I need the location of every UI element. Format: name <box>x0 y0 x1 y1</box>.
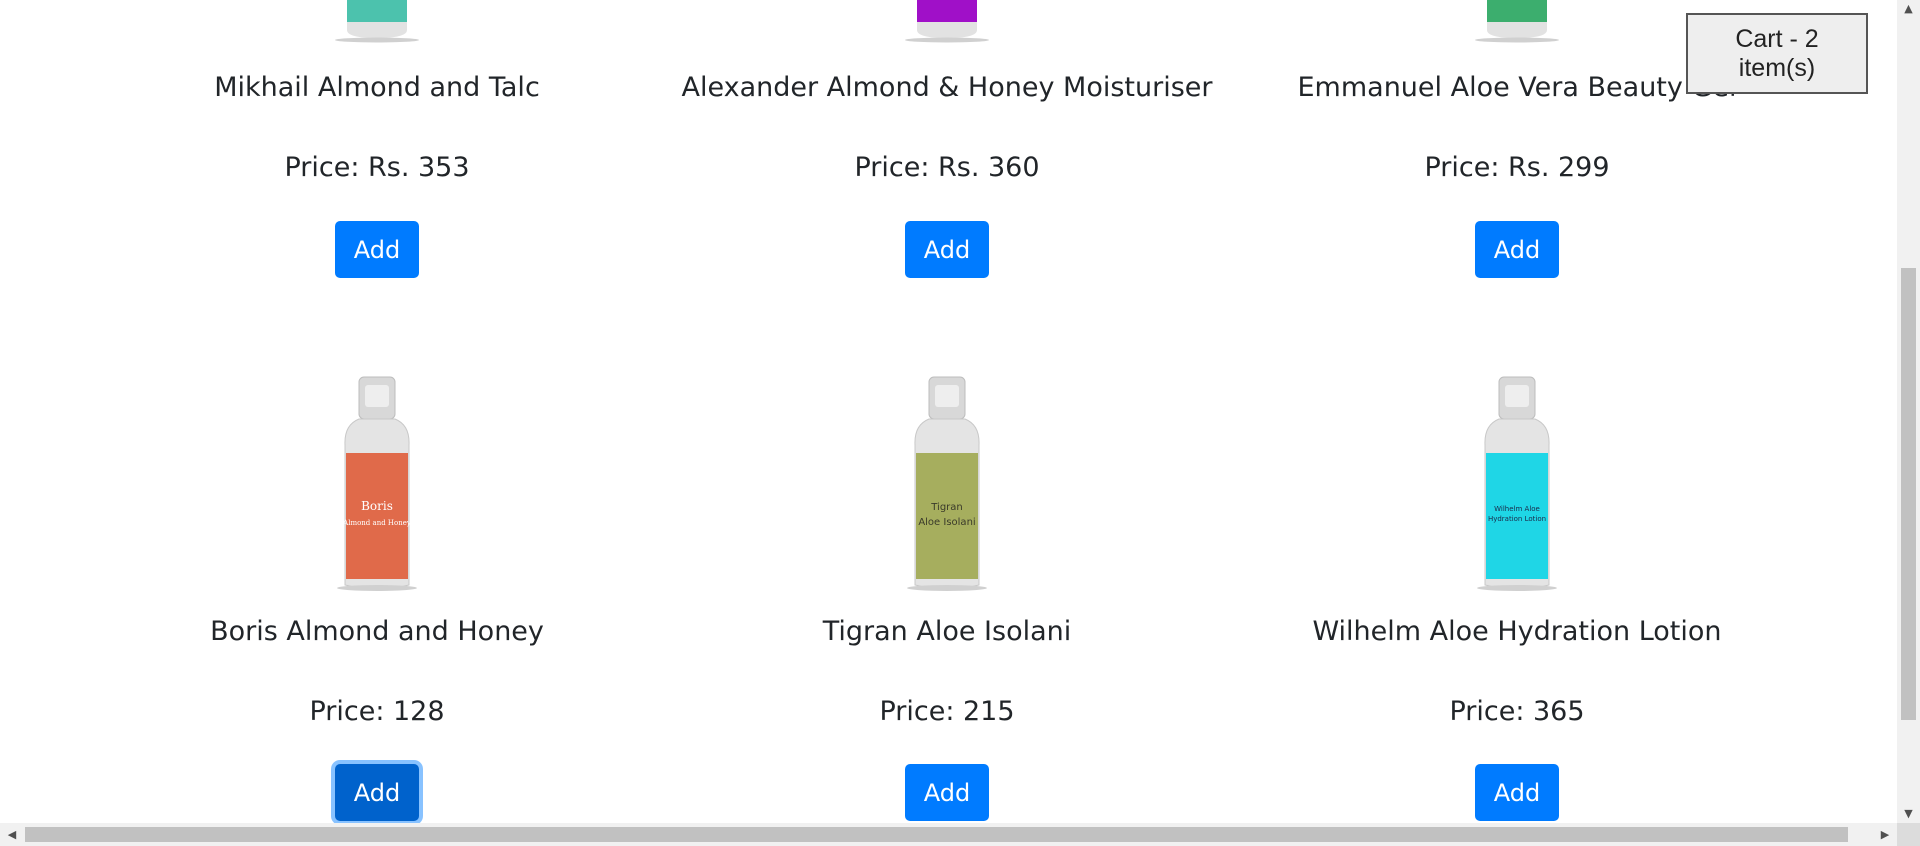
product-price: Price: Rs. 360 <box>854 152 1040 183</box>
add-to-cart-button[interactable]: Add <box>905 764 989 821</box>
vertical-scrollbar[interactable]: ▲ ▼ <box>1897 0 1920 823</box>
add-to-cart-button[interactable]: Add <box>335 221 419 278</box>
bottle-label-line2: Hydration Lotion <box>1488 515 1546 523</box>
product-name: Tigran Aloe Isolani <box>822 616 1072 647</box>
horizontal-scrollbar[interactable]: ◀ ▶ <box>0 823 1897 846</box>
horizontal-scrollbar-thumb[interactable] <box>25 827 1848 842</box>
product-price: Price: 365 <box>1449 696 1585 727</box>
bottle-label-line2: Aloe Isolani <box>918 517 975 528</box>
page-viewport: Mikhail Almond and Talc Price: Rs. 353 A… <box>0 0 1897 823</box>
product-price: Price: Rs. 299 <box>1424 152 1610 183</box>
product-bottle-image <box>905 0 989 43</box>
bottle-label-line1: Boris <box>361 499 393 513</box>
add-to-cart-button[interactable]: Add <box>1475 764 1559 821</box>
product-price: Price: 215 <box>879 696 1015 727</box>
cart-button[interactable]: Cart - 2 item(s) <box>1686 13 1868 94</box>
product-bottle-image <box>335 0 419 43</box>
add-to-cart-button[interactable]: Add <box>1475 221 1559 278</box>
product-bottle-image: Boris Almond and Honey <box>337 376 417 591</box>
product-name: Mikhail Almond and Talc <box>214 72 540 103</box>
bottle-label-line1: Tigran <box>930 502 963 513</box>
bottle-label-line2: Almond and Honey <box>342 519 411 527</box>
vertical-scrollbar-thumb[interactable] <box>1901 268 1916 720</box>
scroll-up-arrow-icon[interactable]: ▲ <box>1897 0 1920 18</box>
product-price: Price: 128 <box>309 696 445 727</box>
bottle-label-line1: Wilhelm Aloe <box>1494 505 1540 513</box>
scroll-right-arrow-icon[interactable]: ▶ <box>1875 823 1895 846</box>
scroll-left-arrow-icon[interactable]: ◀ <box>2 823 22 846</box>
add-to-cart-button[interactable]: Add <box>335 764 419 821</box>
product-name: Boris Almond and Honey <box>210 616 544 647</box>
add-to-cart-button[interactable]: Add <box>905 221 989 278</box>
product-bottle-image: Tigran Aloe Isolani <box>907 376 987 591</box>
product-price: Price: Rs. 353 <box>284 152 470 183</box>
product-bottle-image <box>1475 0 1559 43</box>
product-bottle-image: Wilhelm Aloe Hydration Lotion <box>1477 376 1557 591</box>
product-name: Wilhelm Aloe Hydration Lotion <box>1312 616 1722 647</box>
scroll-down-arrow-icon[interactable]: ▼ <box>1897 805 1920 823</box>
scrollbar-corner <box>1897 823 1920 846</box>
product-name: Alexander Almond & Honey Moisturiser <box>681 72 1213 103</box>
